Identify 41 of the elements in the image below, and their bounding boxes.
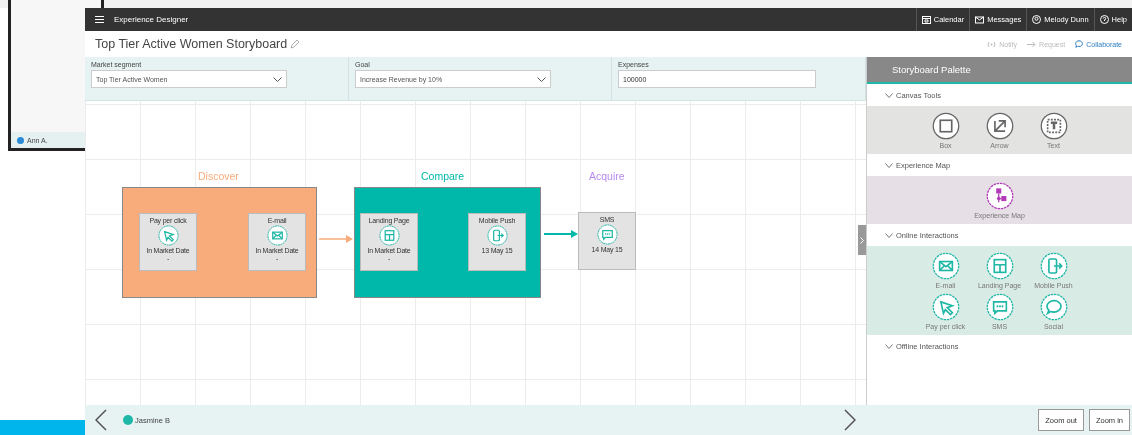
connector-arrow [544,230,578,238]
broadcast-icon [987,40,997,48]
layout-icon [985,252,1014,280]
chevron-down-icon [537,76,546,82]
chat-bubble-icon [985,293,1014,321]
cursor-icon [157,225,179,246]
app-title: Experience Designer [114,15,189,24]
flowchart-icon [985,182,1014,210]
envelope-icon [266,225,288,246]
storyboard-title: Top Tier Active Women Storyboard [95,37,288,51]
calendar-icon [921,15,931,24]
chat-bubble-icon [596,224,618,245]
next-icon[interactable] [844,409,856,431]
stage-title: Compare [421,170,465,182]
previous-icon[interactable] [95,409,107,431]
speech-bubble-icon [1039,293,1068,321]
chevron-down-icon [273,76,282,82]
stage-title: Acquire [589,170,625,182]
envelope-icon [931,252,960,280]
stage-title: Discover [198,170,239,182]
text-tool-icon [1039,112,1068,140]
layout-icon [378,225,400,246]
avatar-icon [17,136,24,144]
phone-icon [486,225,508,246]
collapse-handle[interactable] [858,225,866,255]
user-icon [1032,15,1042,24]
chevron-down-icon [885,162,893,168]
chat-icon [1075,40,1084,48]
arrow-icon [1027,40,1037,48]
chevron-down-icon [885,343,893,349]
palette-title: Storyboard Palette [867,57,1132,84]
chevron-right-icon [860,236,864,244]
menu-icon[interactable] [95,16,104,23]
phone-icon [1039,252,1068,280]
chevron-down-icon [885,232,893,238]
chevron-down-icon [885,92,893,98]
cursor-icon [931,293,960,321]
envelope-icon [975,15,985,24]
avatar-icon [123,415,133,425]
help-icon [1099,15,1109,24]
connector-arrow [319,235,353,243]
